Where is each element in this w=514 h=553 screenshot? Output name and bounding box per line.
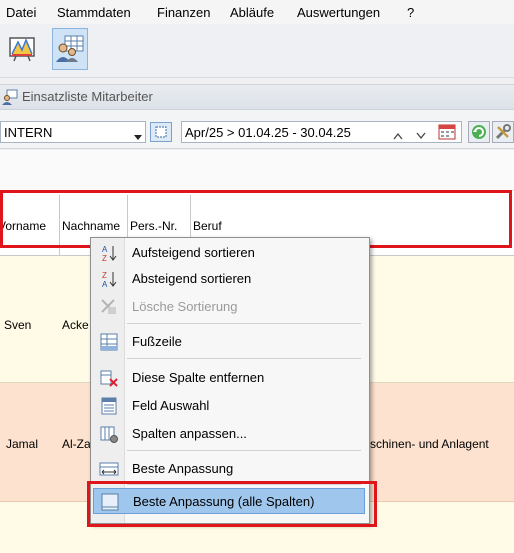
spin-up-icon[interactable] [393, 128, 403, 143]
menu-item-label: Absteigend sortieren [132, 271, 252, 286]
customize-columns-icon [99, 424, 119, 444]
menu-item-label: Lösche Sortierung [132, 299, 238, 314]
sort-ascending-icon: AZ [99, 243, 119, 263]
menu-item-label: Fußzeile [132, 334, 182, 349]
menu-separator [127, 323, 361, 324]
select-icon [155, 126, 167, 141]
group-band [0, 150, 514, 191]
menu-item-sort-descending[interactable]: ZA Absteigend sortieren [93, 266, 365, 292]
menu-ablaeufe[interactable]: Abläufe [230, 5, 274, 20]
menu-datei[interactable]: Datei [6, 5, 36, 20]
chart-board-button[interactable] [4, 28, 40, 70]
group-combobox[interactable]: INTERN [0, 121, 146, 143]
footer-icon [99, 332, 119, 352]
toolbar [0, 24, 514, 78]
menu-item-label: Diese Spalte entfernen [132, 370, 265, 385]
period-combobox[interactable]: Apr/25 > 01.04.25 - 30.04.25 [181, 121, 462, 143]
refresh-icon [471, 124, 487, 143]
menu-item-label: Feld Auswahl [132, 398, 210, 413]
menu-item-remove-column[interactable]: Diese Spalte entfernen [93, 365, 365, 391]
filter-bar: INTERN Apr/25 > 01.04.25 - 30.04.25 [0, 110, 514, 149]
cell-nachname: Acke [62, 318, 89, 332]
menu-help[interactable]: ? [407, 5, 414, 20]
cell-vorname: Sven [4, 318, 32, 332]
menu-stammdaten[interactable]: Stammdaten [57, 5, 131, 20]
panel-caption: Einsatzliste Mitarbeiter [0, 84, 514, 110]
cell-beruf: schinen- und Anlagent [370, 437, 489, 451]
sort-descending-icon: ZA [99, 269, 119, 289]
menu-finanzen[interactable]: Finanzen [157, 5, 210, 20]
menu-item-best-fit[interactable]: Beste Anpassung [93, 456, 365, 482]
menu-item-sort-ascending[interactable]: AZ Aufsteigend sortieren [93, 240, 365, 266]
best-fit-icon [99, 459, 119, 479]
panel-title: Einsatzliste Mitarbeiter [22, 89, 153, 104]
menu-separator [127, 450, 361, 451]
group-value: INTERN [4, 125, 53, 140]
svg-text:Z: Z [102, 271, 107, 280]
refresh-button[interactable] [468, 121, 490, 143]
select-button[interactable] [150, 122, 172, 142]
clear-sort-icon [99, 297, 119, 317]
chevron-down-icon[interactable] [134, 129, 142, 144]
menu-item-label: Spalten anpassen... [132, 426, 247, 441]
menu-separator [127, 358, 361, 359]
tools-icon [495, 124, 511, 143]
menu-item-highlight-box [87, 481, 377, 527]
employees-grid-button[interactable] [52, 28, 88, 70]
menu-bar: Datei Stammdaten Finanzen Abläufe Auswer… [0, 0, 514, 24]
menu-item-footer[interactable]: Fußzeile [93, 329, 365, 355]
employees-grid-icon [55, 33, 85, 66]
spin-down-icon[interactable] [416, 128, 426, 143]
calendar-icon[interactable] [438, 124, 456, 143]
tools-button[interactable] [492, 121, 514, 143]
employees-icon [2, 89, 18, 108]
menu-item-customize-columns[interactable]: Spalten anpassen... [93, 421, 365, 447]
menu-item-clear-sort: Lösche Sortierung [93, 294, 365, 320]
field-chooser-icon [99, 396, 119, 416]
period-value: Apr/25 > 01.04.25 - 30.04.25 [185, 125, 351, 140]
menu-auswertungen[interactable]: Auswertungen [297, 5, 380, 20]
menu-item-label: Aufsteigend sortieren [132, 245, 255, 260]
cell-vorname: Jamal [6, 437, 39, 451]
chart-board-icon [8, 34, 36, 65]
cell-nachname: Al-Za [62, 437, 91, 451]
remove-column-icon [99, 368, 119, 388]
svg-text:Z: Z [102, 254, 107, 263]
svg-text:A: A [102, 245, 108, 254]
svg-text:A: A [102, 280, 108, 289]
menu-item-field-chooser[interactable]: Feld Auswahl [93, 393, 365, 419]
menu-item-label: Beste Anpassung [132, 461, 234, 476]
